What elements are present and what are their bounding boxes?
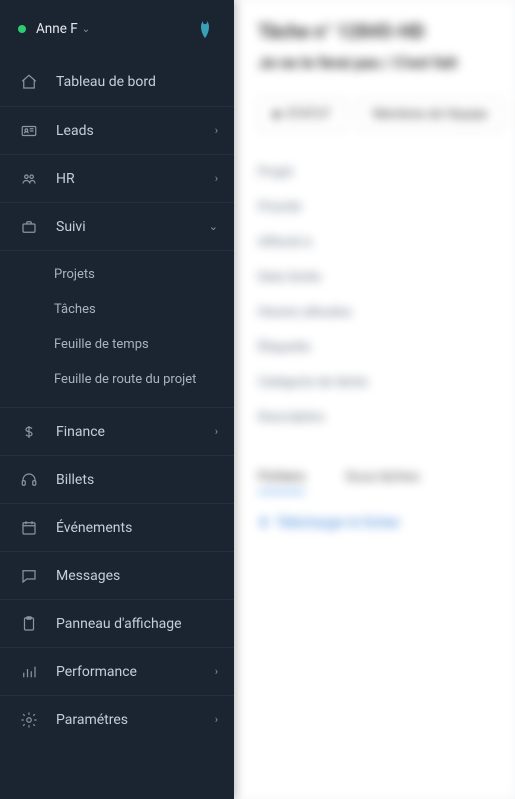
page-title: Tâche n° 12845-HD xyxy=(258,20,503,43)
page-subtitle: Je ne le ferai pas / C'est fait xyxy=(258,53,503,72)
field-label: Projet xyxy=(258,165,503,180)
sidebar-subitem-projects[interactable]: Projets xyxy=(0,257,234,292)
sidebar-item-performance[interactable]: Performance › xyxy=(0,647,234,695)
user-name-label: Anne F xyxy=(36,21,78,37)
field-label: Catégorie de tâche xyxy=(258,375,503,390)
sidebar-item-hr[interactable]: HR › xyxy=(0,154,234,202)
sidebar-item-label: Panneau d'affichage xyxy=(56,616,218,632)
sidebar-item-label: Leads xyxy=(56,123,197,139)
sidebar-item-label: HR xyxy=(56,171,197,187)
sidebar-submenu-tracking: Projets Tâches Feuille de temps Feuille … xyxy=(0,250,234,407)
sidebar-item-settings[interactable]: Paramétres › xyxy=(0,695,234,743)
home-icon xyxy=(20,73,38,91)
sidebar-item-label: Performance xyxy=(56,664,197,680)
dollar-icon xyxy=(20,423,38,441)
chevron-right-icon: › xyxy=(215,124,218,137)
sidebar-item-label: Messages xyxy=(56,568,218,584)
field-label: Description xyxy=(258,410,503,425)
sidebar-item-label: Billets xyxy=(56,472,218,488)
app-logo xyxy=(192,16,218,42)
sidebar-item-dashboard[interactable]: Tableau de bord xyxy=(0,58,234,106)
sidebar-item-tickets[interactable]: Billets xyxy=(0,455,234,503)
chat-icon xyxy=(20,567,38,585)
bar-chart-icon xyxy=(20,663,38,681)
headphones-icon xyxy=(20,471,38,489)
sidebar-item-messages[interactable]: Messages xyxy=(0,551,234,599)
sidebar-item-label: Événements xyxy=(56,520,218,536)
status-button[interactable]: STATUT xyxy=(258,98,346,131)
status-indicator xyxy=(18,25,26,33)
sidebar-item-leads[interactable]: Leads › xyxy=(0,106,234,154)
sidebar-item-label: Tableau de bord xyxy=(56,74,218,90)
sidebar-item-tracking[interactable]: Suivi ⌄ xyxy=(0,202,234,250)
briefcase-icon xyxy=(20,218,38,236)
main-content-blurred: Tâche n° 12845-HD Je ne le ferai pas / C… xyxy=(234,0,515,799)
sidebar-subitem-tasks[interactable]: Tâches xyxy=(0,292,234,327)
chevron-right-icon: › xyxy=(215,665,218,678)
sidebar-subitem-roadmap[interactable]: Feuille de route du projet xyxy=(0,362,234,397)
gear-icon xyxy=(20,711,38,729)
sidebar-item-label: Paramétres xyxy=(56,712,197,728)
sidebar-item-label: Suivi xyxy=(56,219,191,235)
chevron-right-icon: › xyxy=(215,713,218,726)
calendar-icon xyxy=(20,519,38,537)
sidebar-item-notice[interactable]: Panneau d'affichage xyxy=(0,599,234,647)
chevron-down-icon: ⌄ xyxy=(82,24,90,35)
sidebar-subitem-timesheet[interactable]: Feuille de temps xyxy=(0,327,234,362)
field-label: Priorité xyxy=(258,200,503,215)
chevron-right-icon: › xyxy=(215,425,218,438)
team-button[interactable]: Membres de l'équipe xyxy=(358,98,503,131)
download-link[interactable]: ⬇ Télécharger le fichier xyxy=(258,515,503,531)
users-icon xyxy=(20,170,38,188)
sidebar-item-events[interactable]: Événements xyxy=(0,503,234,551)
chevron-down-icon: ⌄ xyxy=(209,220,218,233)
field-label: Heures allouées xyxy=(258,305,503,320)
user-menu[interactable]: Anne F ⌄ xyxy=(18,21,90,37)
field-label: Étiquette xyxy=(258,340,503,355)
sidebar-item-finance[interactable]: Finance › xyxy=(0,407,234,455)
clipboard-icon xyxy=(20,615,38,633)
field-label: Date limite xyxy=(258,270,503,285)
id-card-icon xyxy=(20,122,38,140)
tab-subtasks[interactable]: Sous-tâches xyxy=(345,469,419,493)
field-label: Affecté à xyxy=(258,235,503,250)
chevron-right-icon: › xyxy=(215,172,218,185)
sidebar-item-label: Finance xyxy=(56,424,197,440)
tab-files[interactable]: Fichiers xyxy=(258,469,305,493)
